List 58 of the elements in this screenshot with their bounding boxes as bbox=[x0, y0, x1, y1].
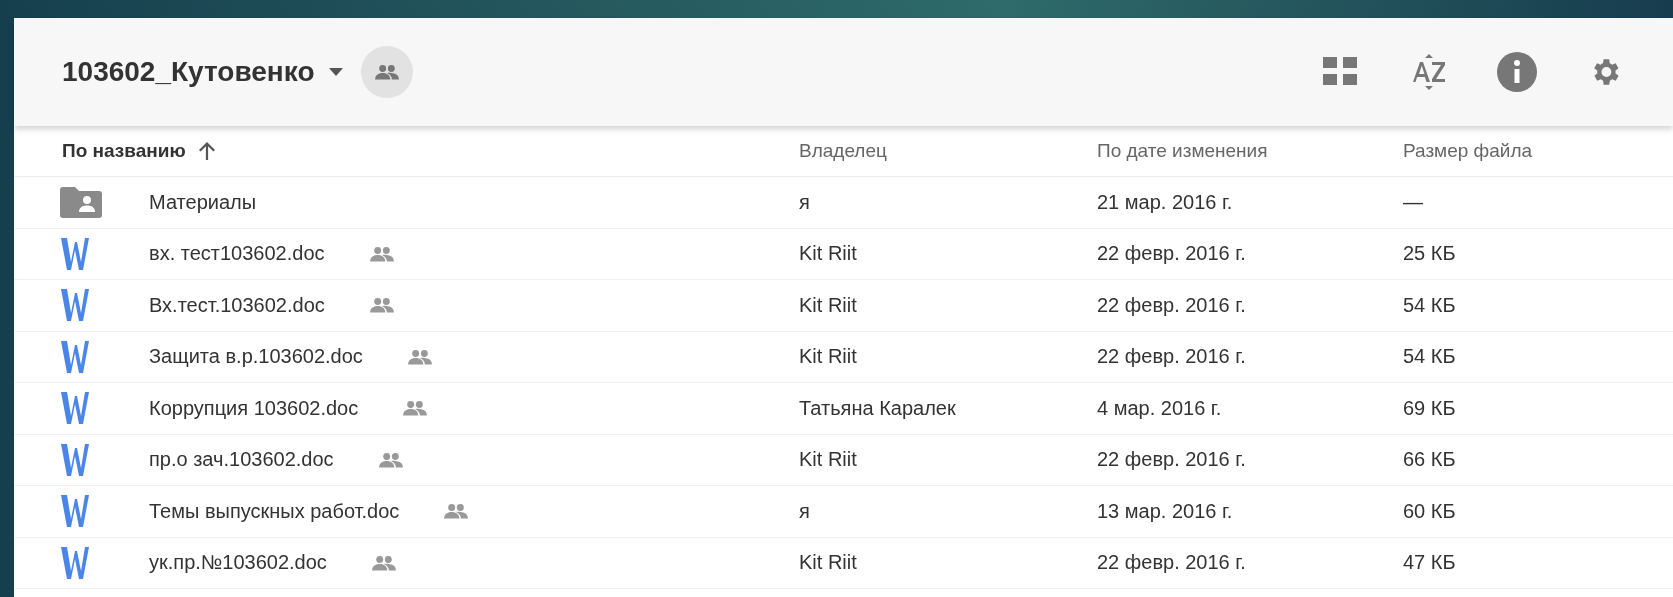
modified-date-cell-text: 21 мар. 2016 г. bbox=[1097, 190, 1234, 214]
file-name[interactable]: вх. тест103602.doc bbox=[149, 242, 325, 266]
owner-cell-text: я bbox=[799, 190, 811, 214]
file-name[interactable]: Коррупция 103602.doc bbox=[149, 396, 359, 420]
column-header[interactable]: Владелец bbox=[799, 140, 1097, 162]
owner-cell-text: Татьяна Каралек bbox=[799, 396, 957, 420]
word-document-icon bbox=[60, 287, 90, 324]
grid-icon bbox=[1323, 57, 1359, 87]
people-icon bbox=[402, 400, 429, 417]
people-icon bbox=[406, 348, 433, 365]
owner-cell-text: Kit Riit bbox=[799, 345, 858, 369]
info-button[interactable] bbox=[1497, 52, 1537, 92]
owner-cell-text: Kit Riit bbox=[799, 293, 858, 317]
shared-folder-icon bbox=[60, 186, 102, 219]
word-document-icon bbox=[60, 235, 90, 272]
file-size-cell-text: 69 КБ bbox=[1403, 396, 1457, 420]
people-icon bbox=[377, 451, 404, 468]
file-size-cell-text: 54 КБ bbox=[1403, 345, 1457, 369]
word-document-icon bbox=[60, 441, 90, 478]
people-icon bbox=[443, 503, 470, 520]
modified-date-cell-text: 22 февр. 2016 г. bbox=[1097, 293, 1247, 317]
column-header[interactable]: По названию bbox=[14, 140, 799, 162]
sort-up-arrow-icon bbox=[197, 141, 216, 161]
modified-date-cell-text: 22 февр. 2016 г. bbox=[1097, 345, 1247, 369]
file-size-cell-text: 25 КБ bbox=[1403, 242, 1457, 266]
owner-cell-text: Kit Riit bbox=[799, 242, 858, 266]
file-name[interactable]: Вх.тест.103602.doc bbox=[149, 293, 325, 317]
people-icon bbox=[368, 297, 395, 314]
file-name[interactable]: ук.пр.№103602.doc bbox=[149, 551, 327, 575]
file-size-cell-text: — bbox=[1403, 190, 1424, 214]
people-icon bbox=[368, 245, 395, 262]
word-document-icon bbox=[60, 544, 90, 581]
file-name[interactable]: пр.о зач.103602.doc bbox=[149, 448, 334, 472]
file-size-cell-text: 54 КБ bbox=[1403, 293, 1457, 317]
owner-cell-text: я bbox=[799, 499, 811, 523]
column-header[interactable]: По дате изменения bbox=[1097, 140, 1403, 162]
column-header[interactable]: Размер файла bbox=[1403, 140, 1673, 162]
owner-cell-text: Kit Riit bbox=[799, 551, 858, 575]
dropdown-caret-icon bbox=[328, 68, 343, 76]
file-size-cell-text: 47 КБ bbox=[1403, 551, 1457, 575]
people-icon bbox=[373, 64, 400, 80]
info-icon bbox=[1497, 52, 1537, 92]
people-icon bbox=[370, 554, 397, 571]
owner-cell-text: Kit Riit bbox=[799, 448, 858, 472]
folder-title-button[interactable]: 103602_Кутовенко bbox=[62, 56, 343, 88]
file-name[interactable]: Защита в.р.103602.doc bbox=[149, 345, 363, 369]
file-name[interactable]: Материалы bbox=[149, 190, 257, 214]
file-size-cell-text: 60 КБ bbox=[1403, 499, 1457, 523]
modified-date-cell-text: 22 февр. 2016 г. bbox=[1097, 242, 1247, 266]
modified-date-cell-text: 4 мар. 2016 г. bbox=[1097, 396, 1223, 420]
modified-date-cell-text: 22 февр. 2016 г. bbox=[1097, 448, 1247, 472]
modified-date-cell-text: 22 февр. 2016 г. bbox=[1097, 551, 1247, 575]
word-document-icon bbox=[60, 493, 90, 530]
file-name[interactable]: Темы выпускных работ.doc bbox=[149, 499, 400, 523]
word-document-icon bbox=[60, 390, 90, 427]
modified-date-cell-text: 13 мар. 2016 г. bbox=[1097, 499, 1234, 523]
word-document-icon bbox=[60, 338, 90, 375]
file-size-cell-text: 66 КБ bbox=[1403, 448, 1457, 472]
